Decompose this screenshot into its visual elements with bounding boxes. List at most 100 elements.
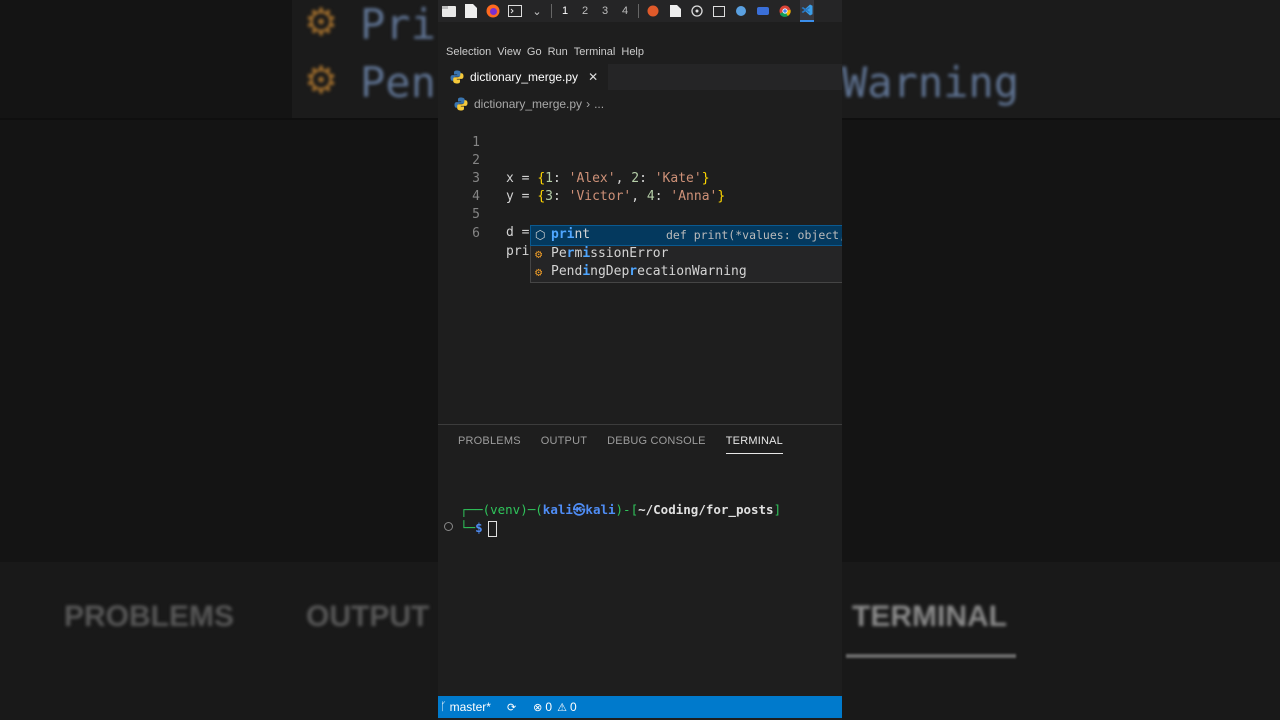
firefox-window-icon[interactable]	[646, 4, 660, 18]
menu-selection[interactable]: Selection	[446, 46, 491, 58]
tab-output[interactable]: OUTPUT	[541, 435, 587, 454]
git-branch-icon: ᚴ	[440, 701, 447, 713]
prompt-user: kali	[542, 502, 573, 517]
settings-window-icon[interactable]	[690, 4, 704, 18]
text-editor-window-icon[interactable]	[668, 4, 682, 18]
panel-tabs: PROBLEMS OUTPUT DEBUG CONSOLE TERMINAL	[458, 435, 803, 454]
suggestion-match: pri	[551, 227, 575, 242]
app-window-icon-2[interactable]	[756, 4, 770, 18]
suggestion-match: i	[582, 264, 591, 279]
code-line-2: 2 x = {1: 'Alex', 2: 'Kate'}	[438, 134, 842, 186]
chevron-down-icon[interactable]: ⌄	[530, 4, 544, 18]
suggestion-pendingdeprecationwarning[interactable]: ⚙ PendingDeprecationWarning	[531, 263, 842, 282]
python-file-icon	[450, 70, 464, 84]
prompt-mid: )-[	[615, 502, 639, 517]
workspace-1[interactable]: 1	[555, 5, 575, 17]
vscode-window: ⌄ 1 2 3 4 Selection View Go Run Terminal…	[438, 0, 842, 720]
breadcrumb: dictionary_merge.py › ...	[454, 96, 604, 112]
tab-dictionary-merge[interactable]: dictionary_merge.py ✕	[438, 64, 608, 90]
breadcrumb-more[interactable]: ...	[594, 97, 604, 111]
close-icon[interactable]: ✕	[588, 70, 598, 84]
bg-tab-underline	[846, 654, 1016, 658]
code-line-4: 4	[438, 170, 842, 204]
menu-go[interactable]: Go	[527, 46, 542, 58]
suggestion-text: ngDep	[590, 264, 630, 279]
taskbar-separator	[638, 4, 639, 18]
status-bar: ᚴ master* ⟳ ⊗ 0 ⚠ 0	[438, 696, 842, 718]
menu-run[interactable]: Run	[548, 46, 568, 58]
terminal-decoration-circle[interactable]	[444, 522, 453, 531]
breadcrumb-separator: ›	[586, 97, 591, 111]
bg-tab-problems: PROBLEMS	[64, 600, 235, 633]
cube-icon: ⬡	[535, 228, 546, 242]
tab-label: dictionary_merge.py	[470, 70, 579, 84]
firefox-icon[interactable]	[486, 4, 500, 18]
menu-bar: Selection View Go Run Terminal Help	[438, 42, 842, 62]
bottom-panel: PROBLEMS OUTPUT DEBUG CONSOLE TERMINAL ┌…	[438, 424, 842, 697]
workspace-4[interactable]: 4	[615, 5, 635, 17]
menu-terminal[interactable]: Terminal	[574, 46, 616, 58]
error-icon: ⊗	[533, 701, 543, 714]
bg-word-warning: Warning	[842, 58, 1020, 107]
prompt-host: kali	[585, 502, 616, 517]
workspace-3[interactable]: 3	[595, 5, 615, 17]
bg-word-pending: Pen	[360, 58, 436, 107]
suggestion-detail: def print(*values: object,	[666, 228, 842, 242]
prompt-prefix: ┌──(venv)─(	[460, 502, 543, 517]
tab-debug-console[interactable]: DEBUG CONSOLE	[607, 435, 706, 454]
file-manager-icon[interactable]	[442, 4, 456, 18]
prompt-symbol: $	[475, 520, 483, 535]
chrome-icon[interactable]	[778, 4, 792, 18]
bg-class-icon: ⚙	[304, 58, 339, 102]
suggestion-match: r	[629, 264, 638, 279]
prompt-end: ]	[773, 502, 782, 517]
suggestion-permissionerror[interactable]: ⚙ PermissionError	[531, 245, 842, 264]
breadcrumb-file[interactable]: dictionary_merge.py	[474, 97, 582, 111]
terminal-prompt-line-2: └─$	[460, 519, 497, 537]
terminal-prompt-line-1: ┌──(venv)─(kali㉿kali)-[~/Coding/for_post…	[460, 501, 781, 519]
tab-problems[interactable]: PROBLEMS	[458, 435, 521, 454]
suggestion-print[interactable]: ⬡ print def print(*values: object,	[530, 225, 842, 246]
bg-tab-output: OUTPUT	[306, 600, 430, 633]
bg-word-print: Pri	[360, 0, 436, 49]
terminal-cursor	[487, 520, 497, 537]
suggestion-text: Pend	[551, 264, 583, 279]
tab-terminal[interactable]: TERMINAL	[725, 435, 783, 454]
code-line-1: 1	[438, 116, 842, 150]
warning-icon: ⚠	[557, 701, 567, 714]
terminal-icon[interactable]	[508, 4, 522, 18]
menu-help[interactable]: Help	[621, 46, 644, 58]
branch-indicator[interactable]: ᚴ master*	[440, 700, 491, 714]
line-number: 6	[472, 226, 480, 241]
taskbar-separator	[551, 4, 552, 18]
sync-button[interactable]: ⟳	[507, 701, 519, 714]
terminal-window-icon[interactable]	[712, 4, 726, 18]
suggestion-rest: nt	[574, 227, 591, 242]
error-count: 0	[545, 700, 553, 714]
app-window-icon[interactable]	[734, 4, 748, 18]
editor-tab-bar: dictionary_merge.py ✕	[438, 64, 842, 90]
prompt-at: ㉿	[572, 502, 586, 517]
vscode-window-icon[interactable]	[800, 0, 814, 22]
bg-tab-terminal: TERMINAL	[852, 600, 1007, 633]
text-editor-icon[interactable]	[464, 4, 478, 18]
code-line-6: 6 pri	[438, 207, 842, 259]
code-line-3: 3 y = {3: 'Victor', 4: 'Anna'}	[438, 152, 842, 204]
branch-name: master*	[449, 700, 491, 714]
sync-icon: ⟳	[506, 701, 517, 714]
menu-view[interactable]: View	[497, 46, 521, 58]
warning-count: 0	[569, 700, 577, 714]
class-icon: ⚙	[535, 265, 543, 279]
code-line-5: 5 d = x | y	[438, 188, 842, 240]
class-icon: ⚙	[535, 246, 543, 261]
suggestion-rest: ecationWarning	[637, 264, 747, 279]
problems-indicator[interactable]: ⊗ 0 ⚠ 0	[533, 700, 576, 714]
workspace-2[interactable]: 2	[575, 5, 595, 17]
python-file-icon	[454, 97, 468, 111]
system-taskbar: ⌄ 1 2 3 4	[438, 0, 842, 22]
terminal-output[interactable]: ┌──(venv)─(kali㉿kali)-[~/Coding/for_post…	[438, 501, 842, 576]
suggestion-match: i	[582, 245, 591, 261]
prompt-prefix-2: └─	[460, 520, 476, 535]
code-text: pri	[506, 244, 530, 259]
suggestion-rest: ssionError	[590, 245, 669, 261]
